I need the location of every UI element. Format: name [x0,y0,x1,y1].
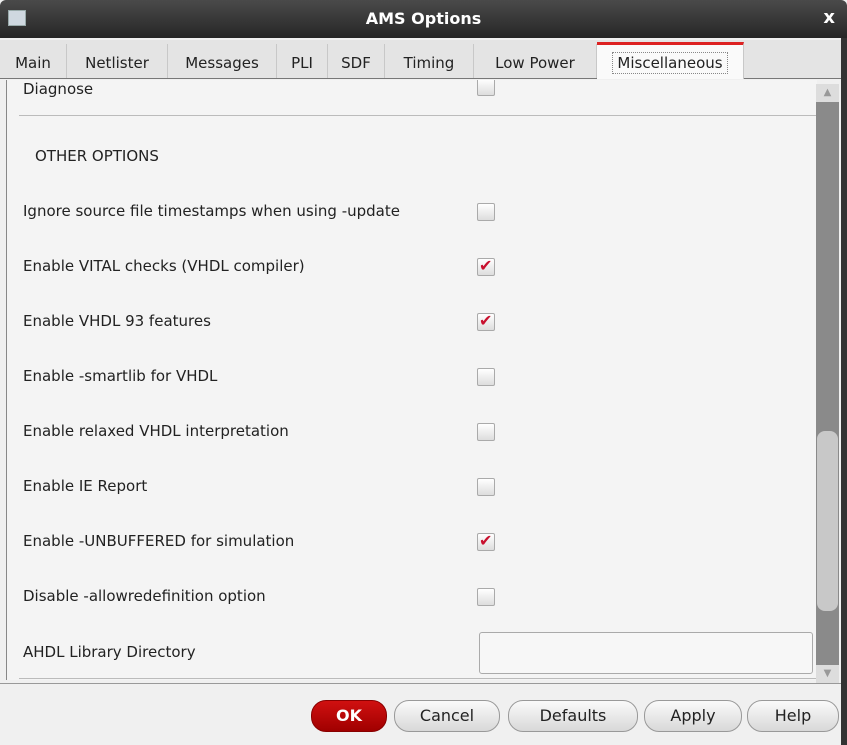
option-checkbox[interactable] [477,588,495,606]
scrollbar-thumb[interactable] [817,431,838,612]
vertical-scrollbar[interactable]: ▲ ▼ [816,84,839,683]
option-label: Enable -UNBUFFERED for simulation [23,532,295,550]
tab-sdf[interactable]: SDF [328,44,385,78]
divider [19,678,817,679]
option-checkbox[interactable] [477,256,495,276]
divider [0,683,847,684]
option-checkbox[interactable] [477,368,495,386]
diagnose-label: Diagnose [23,80,94,98]
close-icon[interactable]: x [823,7,835,28]
option-label: Enable -smartlib for VHDL [23,367,218,385]
defaults-button[interactable]: Defaults [508,700,638,732]
diagnose-checkbox[interactable] [477,80,495,96]
ahdl-library-label: AHDL Library Directory [23,643,196,661]
option-checkbox[interactable] [477,423,495,441]
option-checkbox[interactable] [477,311,495,331]
tab-pli[interactable]: PLI [277,44,328,78]
option-checkbox[interactable] [477,203,495,221]
apply-button[interactable]: Apply [644,700,742,732]
section-title: OTHER OPTIONS [35,147,159,165]
help-button[interactable]: Help [747,700,839,732]
ahdl-library-input[interactable] [479,632,813,674]
option-checkbox[interactable] [477,531,495,551]
option-label: Enable IE Report [23,477,148,495]
cancel-button[interactable]: Cancel [394,700,500,732]
tab-miscellaneous-label: Miscellaneous [612,52,728,74]
option-checkbox[interactable] [477,478,495,496]
tab-main[interactable]: Main [0,44,67,78]
option-label: Enable relaxed VHDL interpretation [23,422,289,440]
tab-miscellaneous[interactable]: Miscellaneous [597,42,744,79]
option-label: Enable VHDL 93 features [23,312,211,330]
ok-button[interactable]: OK [311,700,387,732]
scroll-down-icon[interactable]: ▼ [816,665,839,683]
title-bar: AMS Options x [0,0,847,38]
tab-timing[interactable]: Timing [385,44,474,78]
tab-low-power[interactable]: Low Power [474,44,597,78]
window-title: AMS Options [365,9,482,28]
tab-messages[interactable]: Messages [168,44,277,78]
option-label: Disable -allowredefinition option [23,587,266,605]
option-label: Ignore source file timestamps when using… [23,202,400,220]
window-border [841,38,847,745]
scroll-up-icon[interactable]: ▲ [816,84,839,102]
options-panel: Diagnose OTHER OPTIONS Ignore source fil… [6,80,817,680]
tab-bar: Main Netlister Messages PLI SDF Timing L… [0,40,847,79]
option-label: Enable VITAL checks (VHDL compiler) [23,257,305,275]
tab-netlister[interactable]: Netlister [67,44,168,78]
divider [19,115,817,116]
